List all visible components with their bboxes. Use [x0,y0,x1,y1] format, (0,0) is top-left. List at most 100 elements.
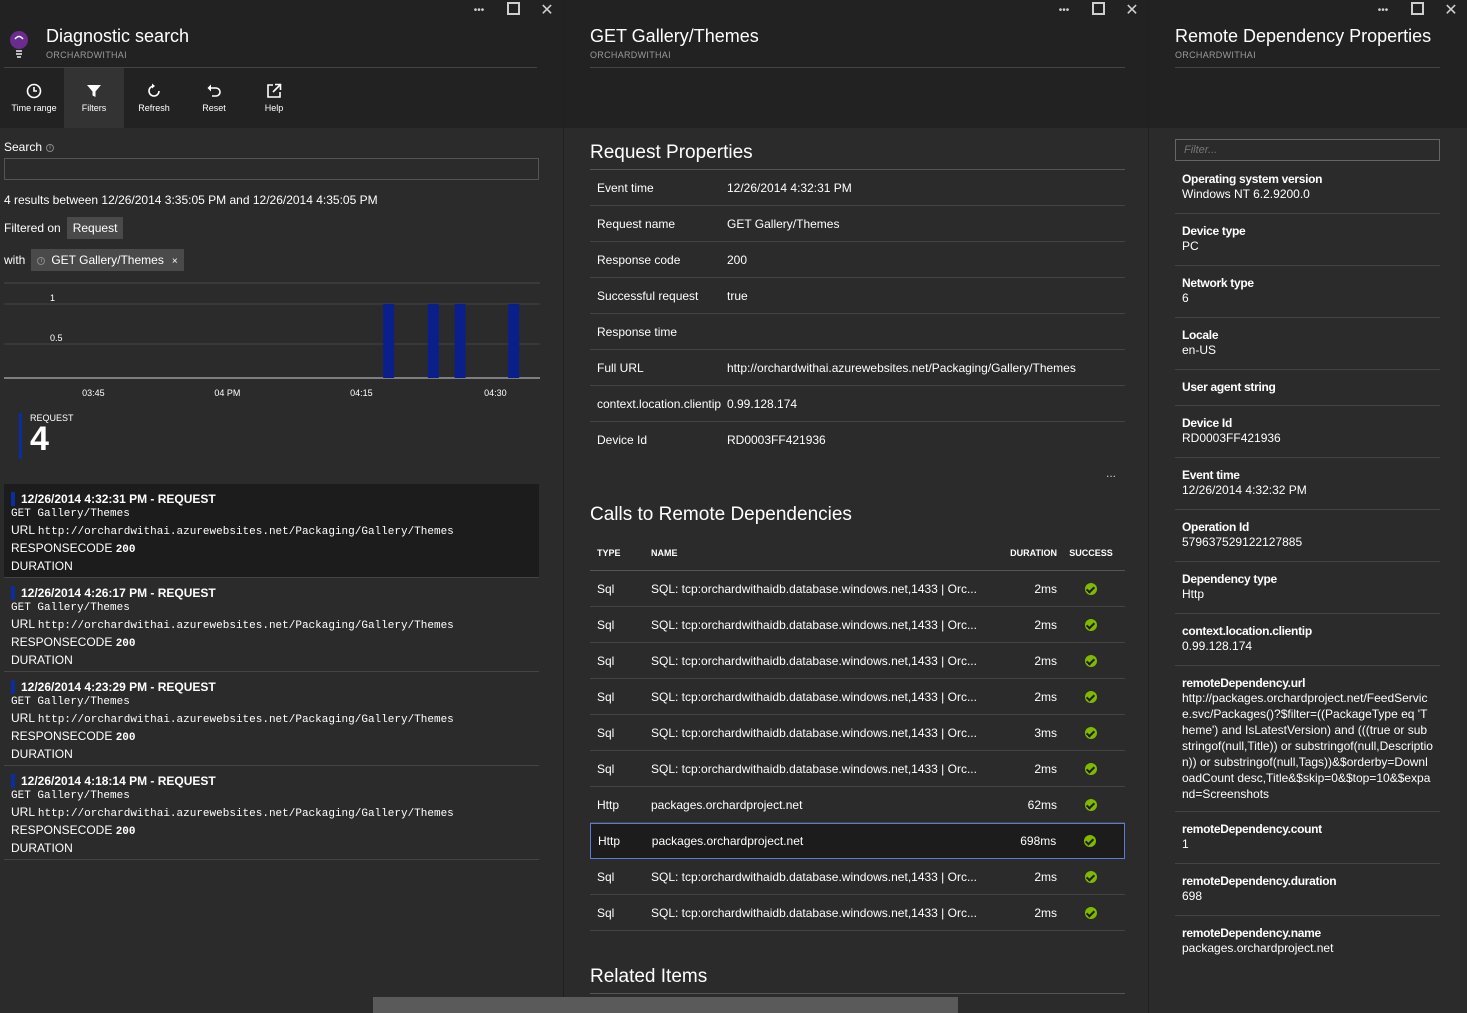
more-options-button[interactable]: ••• [1054,2,1074,20]
success-check-icon [1084,835,1097,847]
result-url: http://orchardwithai.azurewebsites.net/P… [37,808,454,820]
dep-duration: 2ms [1034,761,1057,776]
property-value: GET Gallery/Themes [727,216,840,231]
table-row[interactable]: Sql SQL: tcp:orchardwithaidb.database.win… [590,895,1125,931]
help-label: Help [264,103,284,113]
filter-chip-request[interactable]: Request [66,217,124,239]
remove-filter-icon[interactable]: × [172,256,178,267]
page-title: Remote Dependency Properties [1175,26,1432,46]
close-button[interactable]: ✕ [1122,2,1142,20]
info-icon[interactable]: i [46,143,55,152]
reset-button[interactable]: Reset [184,68,244,128]
maximize-button[interactable] [1407,2,1427,20]
table-row[interactable]: Sql SQL: tcp:orchardwithaidb.database.win… [590,751,1125,787]
dependency-properties-list: Operating system version Windows NT 6.2.9… [1175,162,1440,968]
property-key: Response time [597,324,678,339]
property-key: Response code [597,252,681,267]
blade-topbar: ••• ✕ [1149,0,1467,24]
property-item: Event time 12/26/2014 4:32:32 PM [1175,458,1440,510]
result-title: 12/26/2014 4:23:29 PM - REQUEST [11,680,532,694]
dep-duration: 2ms [1034,689,1057,704]
property-key: context.location.clientip [597,396,722,411]
filter-icon [87,85,101,97]
filter-input[interactable] [1175,139,1440,161]
search-label-text: Search [4,140,43,154]
with-row: with i GET Gallery/Themes × [4,249,184,271]
filter-chip-operation[interactable]: i GET Gallery/Themes × [31,249,184,271]
time-range-button[interactable]: Time range [4,68,64,128]
dep-name: SQL: tcp:orchardwithaidb.database.window… [651,761,977,776]
result-item[interactable]: 12/26/2014 4:26:17 PM - REQUEST GET Gall… [4,578,539,672]
more-properties-button[interactable]: ... [1106,466,1116,480]
filter-chip-text: GET Gallery/Themes [51,253,164,267]
result-title: 12/26/2014 4:32:31 PM - REQUEST [11,492,532,506]
property-key: context.location.clientip [1182,624,1312,638]
property-row: Device Id RD0003FF421936 [590,422,1125,458]
table-row[interactable]: Sql SQL: tcp:orchardwithaidb.database.win… [590,715,1125,751]
result-item[interactable]: 12/26/2014 4:23:29 PM - REQUEST GET Gall… [4,672,539,766]
table-row[interactable]: Sql SQL: tcp:orchardwithaidb.database.win… [590,679,1125,715]
maximize-button[interactable] [1088,2,1108,20]
refresh-button[interactable]: Refresh [124,68,184,128]
filters-button[interactable]: Filters [64,68,124,128]
result-item[interactable]: 12/26/2014 4:32:31 PM - REQUEST GET Gall… [4,484,539,578]
property-key: Device Id [597,433,648,447]
result-url: http://orchardwithai.azurewebsites.net/P… [37,620,454,632]
request-details-blade: ••• ✕ GET Gallery/Themes ORCHARDWITHAI R… [563,0,1148,1013]
search-input[interactable] [4,158,539,180]
property-value: RD0003FF421936 [1182,431,1281,445]
column-header-type[interactable]: TYPE [590,548,651,558]
property-key: Device type [1182,224,1246,238]
request-properties-title: Request Properties [590,142,753,163]
dep-name: SQL: tcp:orchardwithaidb.database.window… [651,725,977,740]
column-header-duration[interactable]: DURATION [981,548,1057,558]
property-item: Device type PC [1175,214,1440,266]
column-header-success[interactable]: SUCCESS [1057,548,1125,558]
lightbulb-icon [10,31,28,58]
table-row[interactable]: Sql SQL: tcp:orchardwithaidb.database.win… [590,607,1125,643]
maximize-button[interactable] [503,2,523,20]
close-button[interactable]: ✕ [537,2,557,20]
property-value: 200 [727,252,748,267]
success-check-icon [1085,762,1097,775]
property-key: Network type [1182,276,1254,290]
column-header-name[interactable]: NAME [651,548,981,558]
result-method: GET Gallery/Themes [11,696,130,708]
property-row: Successful request true [590,278,1125,314]
with-label: with [4,253,26,267]
request-count[interactable]: REQUEST 4 [19,413,74,459]
property-key: remoteDependency.name [1182,926,1321,940]
horizontal-scrollbar[interactable] [373,997,958,1013]
result-url-label: URL [11,805,35,819]
result-method: GET Gallery/Themes [11,508,130,520]
success-check-icon [1085,906,1097,919]
close-button[interactable]: ✕ [1441,2,1461,20]
more-options-button[interactable]: ••• [1373,2,1393,20]
more-options-button[interactable]: ••• [469,2,489,20]
blade-header: Remote Dependency Properties ORCHARDWITH… [1149,24,1467,68]
success-check-icon [1085,618,1097,631]
page-subtitle: ORCHARDWITHAI [46,50,127,60]
table-row[interactable]: Http packages.orchardproject.net 698ms [590,823,1125,859]
page-title: GET Gallery/Themes [590,26,759,46]
property-key: Event time [1182,468,1240,482]
clock-icon [26,83,42,99]
result-url-label: URL [11,711,35,725]
result-title: 12/26/2014 4:18:14 PM - REQUEST [11,774,532,788]
dep-duration: 2ms [1034,617,1057,632]
dep-type: Http [597,797,620,812]
requests-chart: 0.5 1 03:45 04 PM 04:15 04:30 [4,282,540,398]
result-item[interactable]: 12/26/2014 4:18:14 PM - REQUEST GET Gall… [4,766,539,860]
table-row[interactable]: Sql SQL: tcp:orchardwithaidb.database.win… [590,571,1125,607]
dep-name: packages.orchardproject.net [651,797,803,812]
table-row[interactable]: Sql SQL: tcp:orchardwithaidb.database.win… [590,859,1125,895]
result-method: GET Gallery/Themes [11,790,130,802]
property-key: Device Id [1182,416,1232,430]
property-item: User agent string [1175,370,1440,406]
help-button[interactable]: Help [244,68,304,128]
table-row[interactable]: Http packages.orchardproject.net 62ms [590,787,1125,823]
table-row[interactable]: Sql SQL: tcp:orchardwithaidb.database.win… [590,643,1125,679]
property-item: remoteDependency.count 1 [1175,812,1440,864]
remote-dependency-properties-blade: ••• ✕ Remote Dependency Properties ORCHA… [1148,0,1467,1013]
maximize-icon [507,2,520,15]
